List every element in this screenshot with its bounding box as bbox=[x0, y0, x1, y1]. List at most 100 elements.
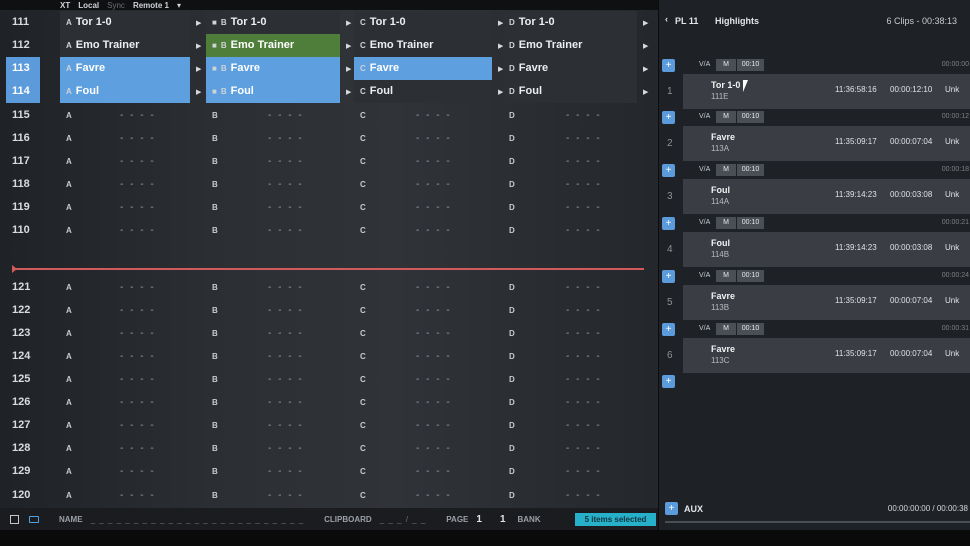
row-number[interactable]: 113 bbox=[6, 57, 40, 80]
empty-slot[interactable]: - - - - bbox=[268, 150, 304, 173]
play-arrow-icon[interactable]: ▶ bbox=[346, 42, 351, 50]
empty-slot[interactable]: - - - - bbox=[566, 414, 602, 437]
row-number[interactable]: 112 bbox=[12, 34, 42, 57]
empty-slot[interactable]: - - - - bbox=[566, 219, 602, 242]
table-row[interactable]: 124 A - - - - B - - - - C - - - - D - - - - bbox=[0, 345, 658, 368]
empty-slot[interactable]: - - - - bbox=[268, 173, 304, 196]
empty-slot[interactable]: - - - - bbox=[566, 299, 602, 322]
transition-mode-select[interactable]: M bbox=[716, 217, 736, 229]
play-arrow-icon[interactable]: ▶ bbox=[196, 88, 201, 96]
table-row[interactable]: 113 A Favre ▶ ■ B Favre ▶ C Favre ▶ D Favre ▶ bbox=[0, 57, 658, 80]
clipboard-field[interactable]: _ _ _ / _ _ bbox=[380, 515, 427, 524]
empty-slot[interactable]: - - - - bbox=[120, 414, 156, 437]
clip-cell[interactable]: C Foul bbox=[354, 80, 492, 103]
transition-duration[interactable]: 00:10 bbox=[737, 217, 764, 229]
row-number[interactable]: 117 bbox=[12, 150, 42, 173]
empty-slot[interactable]: - - - - bbox=[120, 368, 156, 391]
transition-row[interactable]: + V/A M 00:10 00:00:31 bbox=[659, 321, 970, 338]
clip-cell[interactable]: ■ B Emo Trainer bbox=[206, 34, 340, 57]
play-arrow-icon[interactable]: ▶ bbox=[643, 19, 648, 27]
row-number[interactable]: 110 bbox=[12, 219, 42, 242]
table-row[interactable]: 123 A - - - - B - - - - C - - - - D - - - - bbox=[0, 322, 658, 345]
empty-slot[interactable]: - - - - bbox=[416, 460, 452, 483]
transition-row[interactable]: + V/A M 00:10 00:00:00 bbox=[659, 57, 970, 74]
clip-cell[interactable]: A Emo Trainer bbox=[60, 34, 190, 57]
clip-cell[interactable]: ■ B Foul bbox=[206, 80, 340, 103]
empty-slot[interactable]: - - - - bbox=[416, 414, 452, 437]
play-arrow-icon[interactable]: ▶ bbox=[643, 42, 648, 50]
transition-duration[interactable]: 00:10 bbox=[737, 323, 764, 335]
play-arrow-icon[interactable]: ▶ bbox=[196, 42, 201, 50]
empty-slot[interactable]: - - - - bbox=[120, 391, 156, 414]
table-row[interactable]: 111 A Tor 1-0 ▶ ■ B Tor 1-0 ▶ C Tor 1-0 ▶ D Tor 1-0 ▶ bbox=[0, 11, 658, 34]
row-number[interactable]: 119 bbox=[12, 196, 42, 219]
page-value[interactable]: 1 bbox=[476, 514, 482, 525]
transition-duration[interactable]: 00:10 bbox=[737, 164, 764, 176]
transition-mode-select[interactable]: M bbox=[716, 164, 736, 176]
clip-cell[interactable]: C Emo Trainer bbox=[354, 34, 492, 57]
camera-icon[interactable] bbox=[29, 515, 39, 523]
empty-slot[interactable]: - - - - bbox=[268, 345, 304, 368]
table-row[interactable]: 128 A - - - - B - - - - C - - - - D - - - - bbox=[0, 437, 658, 460]
empty-slot[interactable]: - - - - bbox=[566, 368, 602, 391]
empty-slot[interactable]: - - - - bbox=[120, 460, 156, 483]
empty-slot[interactable]: - - - - bbox=[416, 196, 452, 219]
row-number[interactable]: 123 bbox=[12, 322, 42, 345]
clip-cell[interactable]: ■ B Tor 1-0 bbox=[206, 11, 340, 34]
empty-slot[interactable]: - - - - bbox=[566, 150, 602, 173]
empty-slot[interactable]: - - - - bbox=[566, 484, 602, 507]
row-number[interactable]: 111 bbox=[12, 11, 42, 34]
add-clip-button[interactable]: + bbox=[662, 59, 675, 72]
page-value-2[interactable]: 1 bbox=[500, 514, 506, 525]
play-arrow-icon[interactable]: ▶ bbox=[196, 19, 201, 27]
empty-slot[interactable]: - - - - bbox=[566, 460, 602, 483]
transition-row[interactable]: + V/A M 00:10 00:00:18 bbox=[659, 162, 970, 179]
empty-slot[interactable]: - - - - bbox=[566, 104, 602, 127]
row-number[interactable]: 126 bbox=[12, 391, 42, 414]
add-clip-button[interactable]: + bbox=[662, 375, 675, 388]
table-row[interactable]: 114 A Foul ▶ ■ B Foul ▶ C Foul ▶ D Foul ▶ bbox=[0, 80, 658, 103]
transition-duration[interactable]: 00:10 bbox=[737, 270, 764, 282]
row-number[interactable]: 124 bbox=[12, 345, 42, 368]
table-row[interactable]: 129 A - - - - B - - - - C - - - - D - - - - bbox=[0, 460, 658, 483]
chevron-down-icon[interactable]: ▾ bbox=[177, 1, 181, 10]
add-clip-button[interactable]: + bbox=[662, 270, 675, 283]
play-arrow-icon[interactable]: ▶ bbox=[643, 88, 648, 96]
add-clip-button[interactable]: + bbox=[662, 217, 675, 230]
empty-slot[interactable]: - - - - bbox=[268, 322, 304, 345]
xt-label[interactable]: XT bbox=[60, 1, 70, 10]
clip-cell[interactable]: A Tor 1-0 bbox=[60, 11, 190, 34]
empty-slot[interactable]: - - - - bbox=[566, 127, 602, 150]
empty-slot[interactable]: - - - - bbox=[120, 345, 156, 368]
empty-slot[interactable]: - - - - bbox=[268, 196, 304, 219]
play-arrow-icon[interactable]: ▶ bbox=[346, 19, 351, 27]
transition-mode-select[interactable]: M bbox=[716, 270, 736, 282]
row-number[interactable]: 125 bbox=[12, 368, 42, 391]
table-row[interactable]: 126 A - - - - B - - - - C - - - - D - - - - bbox=[0, 391, 658, 414]
empty-slot[interactable]: - - - - bbox=[566, 196, 602, 219]
empty-slot[interactable]: - - - - bbox=[268, 391, 304, 414]
transition-mode-select[interactable]: M bbox=[716, 59, 736, 71]
empty-slot[interactable]: - - - - bbox=[120, 437, 156, 460]
empty-slot[interactable]: - - - - bbox=[268, 127, 304, 150]
empty-slot[interactable]: - - - - bbox=[416, 437, 452, 460]
table-row[interactable]: 115 A - - - - B - - - - C - - - - D - - - - bbox=[0, 104, 658, 127]
clip-cell[interactable]: ■ B Favre bbox=[206, 57, 340, 80]
clip-cell[interactable]: A Favre bbox=[60, 57, 190, 80]
empty-slot[interactable]: - - - - bbox=[416, 368, 452, 391]
empty-slot[interactable]: - - - - bbox=[416, 299, 452, 322]
row-number[interactable]: 120 bbox=[12, 484, 42, 507]
row-number[interactable]: 121 bbox=[12, 276, 42, 299]
transition-duration[interactable]: 00:10 bbox=[737, 59, 764, 71]
row-number[interactable]: 127 bbox=[12, 414, 42, 437]
row-number[interactable]: 116 bbox=[12, 127, 42, 150]
clip-cell[interactable]: A Foul bbox=[60, 80, 190, 103]
empty-slot[interactable]: - - - - bbox=[120, 219, 156, 242]
row-number[interactable]: 114 bbox=[6, 80, 40, 103]
empty-slot[interactable]: - - - - bbox=[566, 276, 602, 299]
empty-slot[interactable]: - - - - bbox=[120, 299, 156, 322]
empty-slot[interactable]: - - - - bbox=[416, 219, 452, 242]
playlist-clip[interactable]: Favre 113A 11:35:09:17 00:00:07:04 Unk 2 bbox=[659, 126, 970, 161]
row-number[interactable]: 118 bbox=[12, 173, 42, 196]
empty-slot[interactable]: - - - - bbox=[268, 104, 304, 127]
